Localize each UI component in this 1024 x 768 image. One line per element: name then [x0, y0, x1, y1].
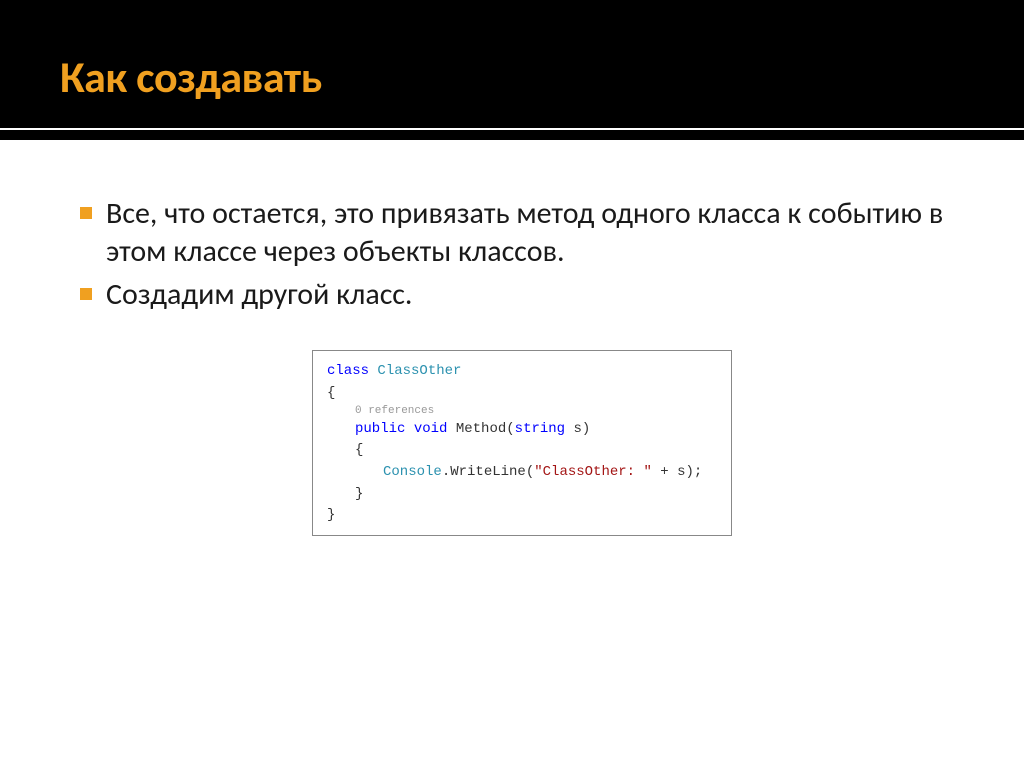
keyword-void: void: [414, 421, 448, 437]
list-item: Все, что остается, это привязать метод о…: [80, 195, 964, 272]
close-paren: ): [582, 421, 590, 437]
code-line: public void Method(string s): [327, 419, 717, 441]
slide-header: Как создавать: [0, 0, 1024, 140]
method-name: Method: [456, 421, 506, 437]
keyword-public: public: [355, 421, 405, 437]
square-bullet-icon: [80, 288, 92, 300]
writeline-call: .WriteLine(: [442, 464, 534, 480]
code-line: class ClassOther: [327, 361, 717, 383]
param-name: s: [574, 421, 582, 437]
open-paren: (: [506, 421, 514, 437]
slide-title: Как создавать: [60, 50, 964, 104]
bullet-text: Создадим другой класс.: [106, 276, 413, 313]
code-line: }: [327, 484, 717, 506]
bullet-list: Все, что остается, это привязать метод о…: [80, 195, 964, 314]
type-console: Console: [383, 464, 442, 480]
concat-tail: + s);: [652, 464, 702, 480]
slide-content: Все, что остается, это привязать метод о…: [0, 140, 1024, 536]
string-literal: "ClassOther: ": [534, 464, 652, 480]
type-name: ClassOther: [377, 363, 461, 379]
header-divider: [0, 128, 1024, 130]
code-line: {: [327, 383, 717, 405]
square-bullet-icon: [80, 207, 92, 219]
code-line: Console.WriteLine("ClassOther: " + s);: [327, 462, 717, 484]
param-type: string: [515, 421, 565, 437]
code-line: {: [327, 440, 717, 462]
bullet-text: Все, что остается, это привязать метод о…: [106, 195, 943, 270]
code-snippet: class ClassOther { 0 references public v…: [312, 350, 732, 536]
list-item: Создадим другой класс.: [80, 276, 964, 314]
keyword-class: class: [327, 363, 369, 379]
codelens-references: 0 references: [355, 405, 717, 418]
code-line: }: [327, 505, 717, 527]
